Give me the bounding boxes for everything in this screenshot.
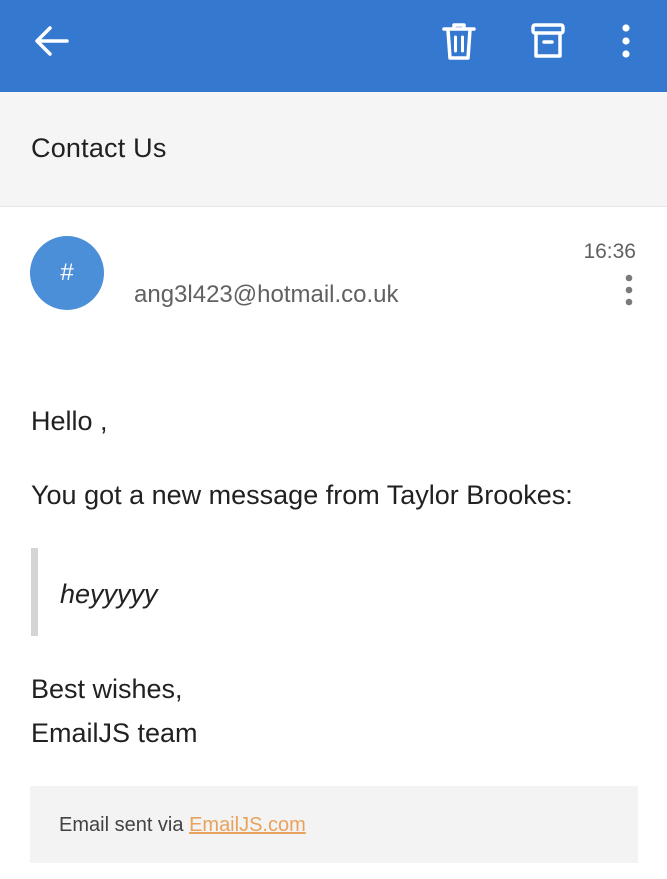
signature-text: EmailJS team (31, 718, 198, 748)
email-footer: Email sent via EmailJS.com (30, 786, 638, 863)
quoted-message: heyyyyy (60, 579, 158, 609)
sender-avatar[interactable]: # (30, 236, 104, 310)
archive-icon (531, 23, 565, 58)
more-vertical-icon (625, 274, 633, 306)
signoff-text: Best wishes, (31, 674, 183, 704)
delete-button[interactable] (434, 16, 484, 66)
footer-text: Email sent via EmailJS.com (59, 814, 306, 837)
quote-border (31, 548, 38, 636)
email-view: Contact Us # ang3l423@hotmail.co.uk 16:3… (0, 0, 667, 879)
sender-address[interactable]: ang3l423@hotmail.co.uk (134, 281, 399, 309)
message-options-button[interactable] (614, 272, 644, 308)
archive-button[interactable] (523, 16, 573, 66)
trash-icon (442, 23, 476, 60)
emailjs-link[interactable]: EmailJS.com (189, 814, 306, 836)
subject-header: Contact Us (0, 92, 667, 207)
arrow-left-icon (35, 26, 69, 56)
footer-prefix: Email sent via (59, 814, 190, 836)
email-subject: Contact Us (31, 133, 167, 163)
avatar-initial: # (60, 259, 74, 286)
greeting-text: Hello , (31, 406, 108, 436)
intro-text: You got a new message from Taylor Brooke… (31, 480, 573, 510)
back-button[interactable] (27, 16, 77, 66)
top-app-bar (0, 0, 667, 92)
more-vertical-icon (622, 24, 630, 58)
message-time: 16:36 (583, 240, 636, 263)
more-options-button[interactable] (601, 16, 651, 66)
